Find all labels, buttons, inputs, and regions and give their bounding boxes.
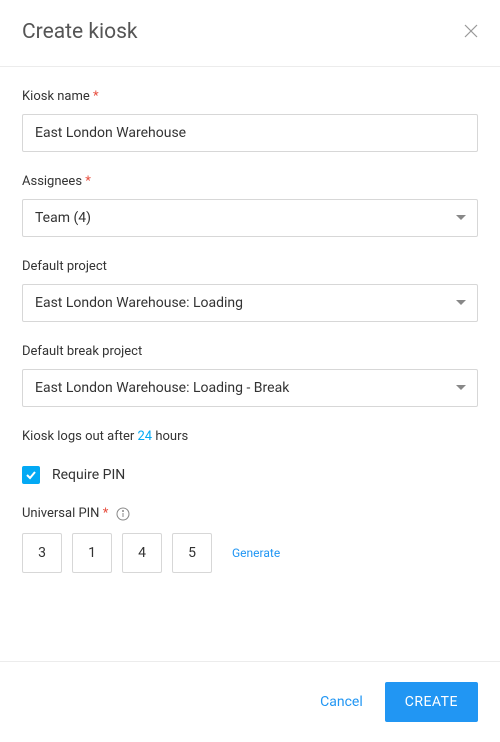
dialog-title: Create kiosk xyxy=(22,20,138,44)
select-value: Team (4) xyxy=(35,210,91,226)
dialog-header: Create kiosk xyxy=(0,0,500,67)
pin-digit-3[interactable]: 5 xyxy=(172,533,212,573)
field-kiosk-name: Kiosk name * xyxy=(22,89,478,152)
field-default-break-project: Default break project East London Wareho… xyxy=(22,344,478,407)
cancel-button[interactable]: Cancel xyxy=(320,694,363,710)
create-button[interactable]: CREATE xyxy=(385,682,478,722)
required-marker: * xyxy=(93,89,99,104)
default-break-project-label: Default break project xyxy=(22,344,478,359)
default-project-label: Default project xyxy=(22,259,478,274)
label-text: Universal PIN xyxy=(22,506,99,521)
required-marker: * xyxy=(85,174,91,189)
label-text: Kiosk name xyxy=(22,89,90,104)
label-text: Assignees xyxy=(22,174,82,189)
dialog-footer: Cancel CREATE xyxy=(0,661,500,742)
default-project-select-wrapper: East London Warehouse: Loading xyxy=(22,284,478,322)
logout-text: Kiosk logs out after 24 hours xyxy=(22,429,478,444)
kiosk-name-label: Kiosk name * xyxy=(22,89,478,104)
assignees-select-wrapper: Team (4) xyxy=(22,199,478,237)
field-default-project: Default project East London Warehouse: L… xyxy=(22,259,478,322)
close-icon xyxy=(464,24,478,38)
dialog-content: Kiosk name * Assignees * Team (4) Defaul… xyxy=(0,67,500,595)
pin-row: 3 1 4 5 Generate xyxy=(22,533,478,573)
require-pin-checkbox[interactable] xyxy=(22,466,40,484)
pin-digit-2[interactable]: 4 xyxy=(122,533,162,573)
require-pin-label: Require PIN xyxy=(52,467,125,483)
info-icon[interactable] xyxy=(116,507,130,521)
universal-pin-label: Universal PIN * xyxy=(22,506,108,521)
universal-pin-label-row: Universal PIN * xyxy=(22,506,478,521)
checkmark-icon xyxy=(25,469,37,481)
select-value: East London Warehouse: Loading xyxy=(35,295,243,311)
logout-suffix: hours xyxy=(152,429,188,444)
field-assignees: Assignees * Team (4) xyxy=(22,174,478,237)
pin-digit-1[interactable]: 1 xyxy=(72,533,112,573)
logout-prefix: Kiosk logs out after xyxy=(22,429,138,444)
generate-link[interactable]: Generate xyxy=(232,546,280,560)
assignees-label: Assignees * xyxy=(22,174,478,189)
default-project-select[interactable]: East London Warehouse: Loading xyxy=(22,284,478,322)
default-break-project-select[interactable]: East London Warehouse: Loading - Break xyxy=(22,369,478,407)
logout-hours[interactable]: 24 xyxy=(138,429,153,444)
kiosk-name-input[interactable] xyxy=(22,114,478,152)
require-pin-row: Require PIN xyxy=(22,466,478,484)
pin-digit-0[interactable]: 3 xyxy=(22,533,62,573)
required-marker: * xyxy=(103,506,109,521)
close-button[interactable] xyxy=(464,23,478,42)
select-value: East London Warehouse: Loading - Break xyxy=(35,380,289,396)
assignees-select[interactable]: Team (4) xyxy=(22,199,478,237)
default-break-project-select-wrapper: East London Warehouse: Loading - Break xyxy=(22,369,478,407)
field-universal-pin: Universal PIN * 3 1 4 5 Generate xyxy=(22,506,478,573)
